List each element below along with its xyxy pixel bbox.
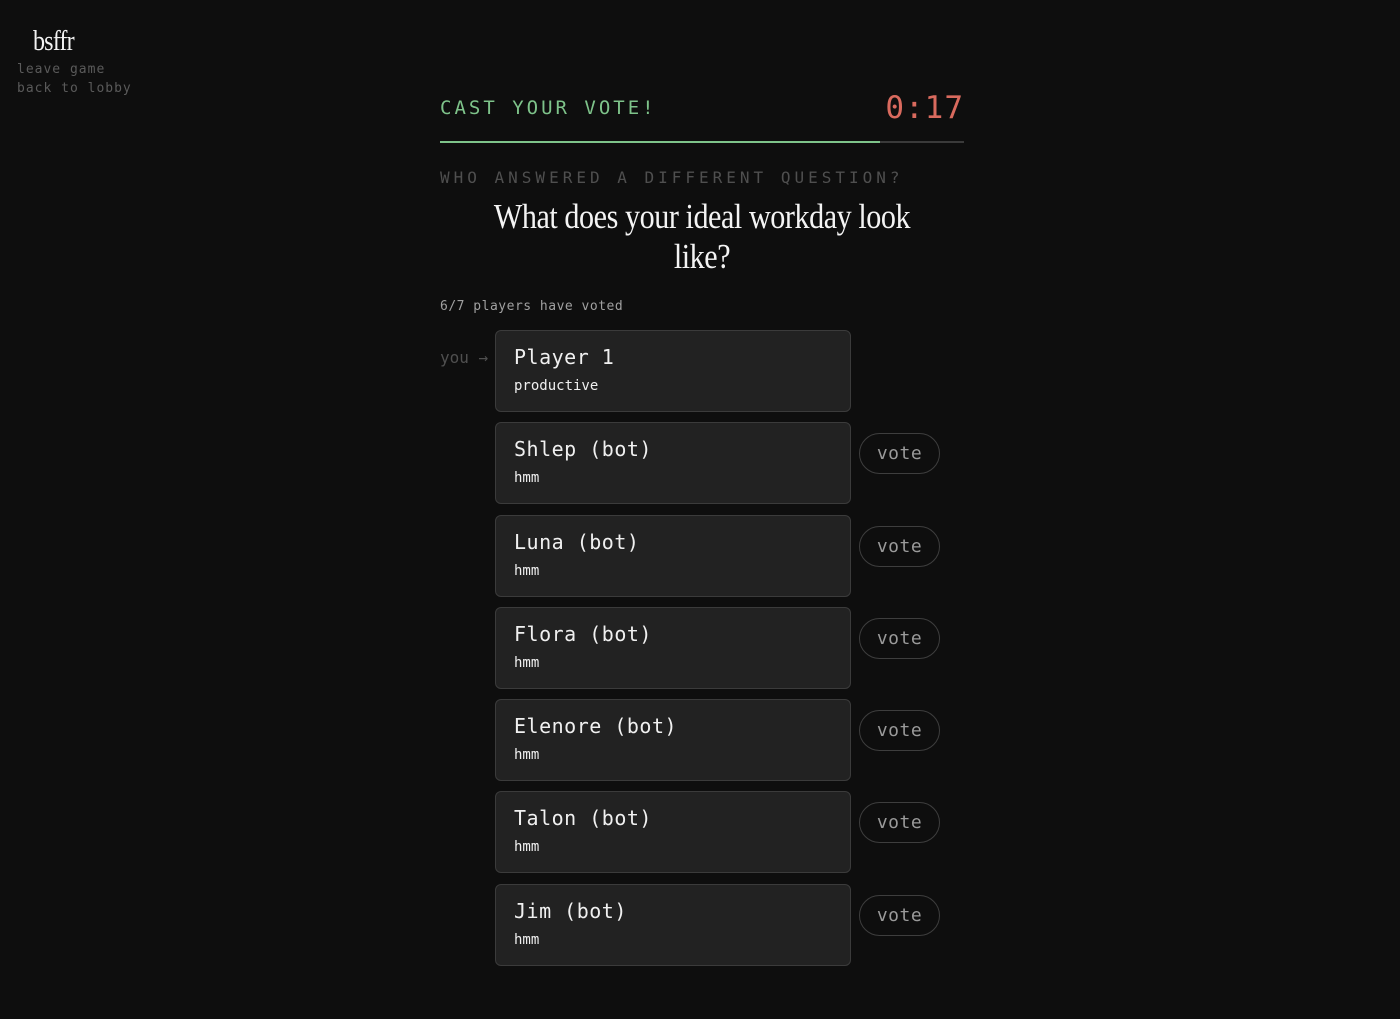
player-row: Talon (bot) hmm vote xyxy=(440,791,964,874)
voted-count: 6/7 players have voted xyxy=(440,299,624,314)
player-card: Player 1 productive xyxy=(495,330,851,412)
timer-progress-track xyxy=(440,141,964,143)
player-card: Flora (bot) hmm xyxy=(495,606,851,689)
question-text: What does your ideal workday look like? xyxy=(493,197,911,276)
player-answer: hmm xyxy=(514,931,540,948)
player-name: Talon (bot) xyxy=(514,806,652,831)
player-row: Elenore (bot) hmm vote xyxy=(440,699,964,782)
countdown-timer: 0:17 xyxy=(885,90,964,126)
player-answer: hmm xyxy=(514,747,540,764)
player-card: Jim (bot) hmm xyxy=(495,883,851,966)
player-row: Jim (bot) hmm vote xyxy=(440,883,964,966)
player-card: Shlep (bot) hmm xyxy=(495,422,851,505)
side-nav: bsffr leave game back to lobby xyxy=(17,26,132,96)
player-answer: hmm xyxy=(514,839,540,856)
player-card: Talon (bot) hmm xyxy=(495,791,851,874)
question-label: WHO ANSWERED A DIFFERENT QUESTION? xyxy=(440,168,904,187)
player-list: you → Player 1 productive Shlep (bot) hmm vot… xyxy=(440,330,964,966)
player-row: Luna (bot) hmm vote xyxy=(440,514,964,597)
leave-game-link[interactable]: leave game xyxy=(17,62,132,77)
player-answer: hmm xyxy=(514,562,540,579)
player-answer: hmm xyxy=(514,470,540,487)
player-answer: hmm xyxy=(514,654,540,671)
vote-button[interactable]: vote xyxy=(859,710,940,752)
logo[interactable]: bsffr xyxy=(33,26,118,58)
vote-button[interactable]: vote xyxy=(859,617,940,659)
player-card: Elenore (bot) hmm xyxy=(495,699,851,782)
player-row: Shlep (bot) hmm vote xyxy=(440,422,964,505)
player-name: Shlep (bot) xyxy=(514,437,652,462)
vote-button[interactable]: vote xyxy=(859,525,940,567)
vote-title: CAST YOUR VOTE! xyxy=(440,97,657,119)
player-row: you → Player 1 productive xyxy=(440,330,964,412)
player-name: Elenore (bot) xyxy=(514,714,678,739)
vote-panel: CAST YOUR VOTE! 0:17 WHO ANSWERED A DIFF… xyxy=(440,88,964,976)
vote-header: CAST YOUR VOTE! 0:17 xyxy=(440,88,964,128)
back-to-lobby-link[interactable]: back to lobby xyxy=(17,81,132,96)
player-card: Luna (bot) hmm xyxy=(495,514,851,597)
player-name: Player 1 xyxy=(514,345,615,369)
player-row: Flora (bot) hmm vote xyxy=(440,606,964,689)
vote-button[interactable]: vote xyxy=(859,894,940,936)
vote-button[interactable]: vote xyxy=(859,433,940,475)
you-marker: you → xyxy=(440,348,489,367)
player-name: Luna (bot) xyxy=(514,529,640,554)
timer-progress-fill xyxy=(440,141,881,143)
player-answer: productive xyxy=(514,378,599,394)
player-name: Jim (bot) xyxy=(514,898,627,923)
player-name: Flora (bot) xyxy=(514,621,652,646)
vote-button[interactable]: vote xyxy=(859,802,940,844)
